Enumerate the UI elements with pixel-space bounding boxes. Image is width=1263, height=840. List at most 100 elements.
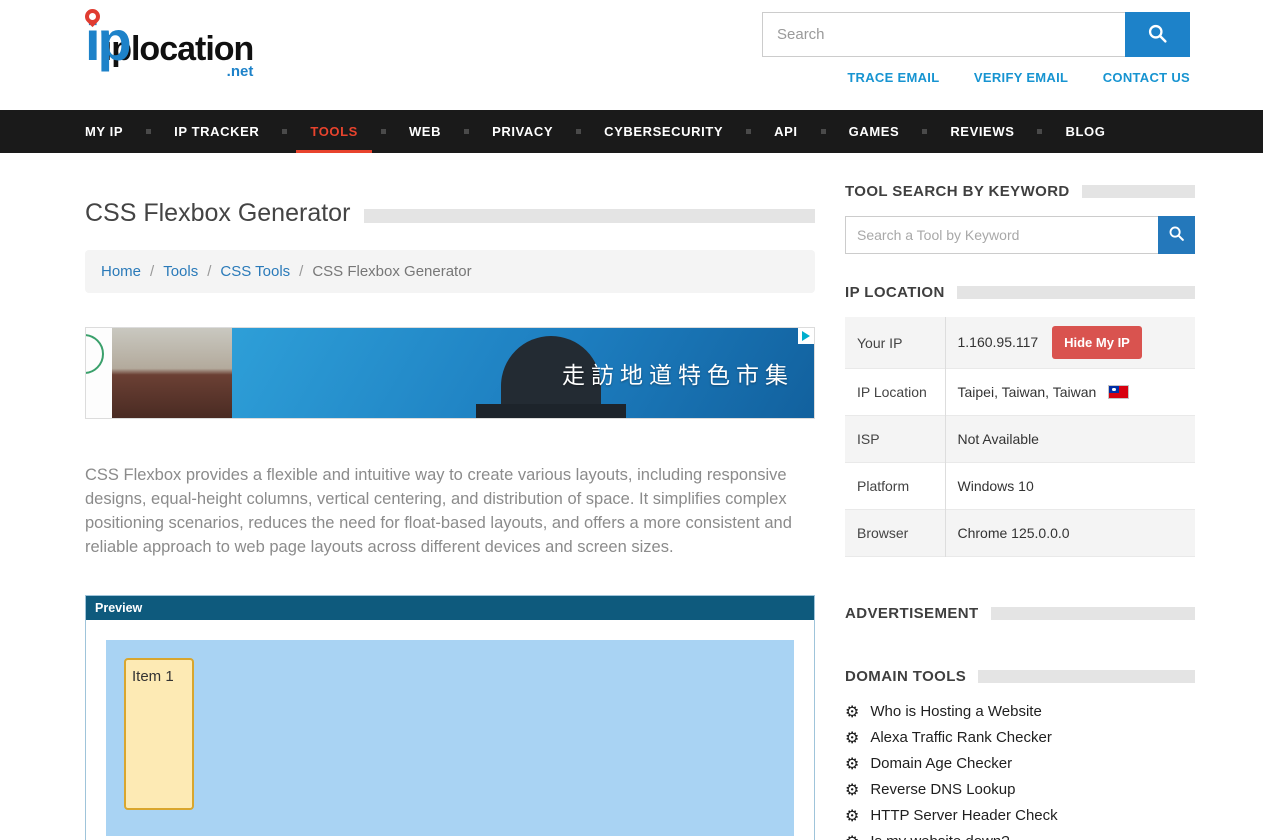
ip-location-value: Taipei, Taiwan, Taiwan [958, 384, 1097, 400]
breadcrumb-item-tools: Tools [163, 263, 220, 280]
advertisement-section: ADVERTISEMENT [845, 605, 1195, 622]
contact-us-link[interactable]: CONTACT US [1103, 70, 1190, 85]
domain-tools-heading-row: DOMAIN TOOLS [845, 668, 1195, 685]
domain-tools-heading: DOMAIN TOOLS [845, 668, 966, 685]
table-row: IP Location Taipei, Taiwan, Taiwan [845, 369, 1195, 416]
list-item: ⚙ Domain Age Checker [845, 755, 1195, 772]
table-row: Your IP 1.160.95.117 Hide My IP [845, 317, 1195, 369]
nav-item-web: WEB [409, 110, 492, 153]
location-pin-icon [85, 9, 100, 24]
list-item: ⚙Alexa Traffic Rank Checker [845, 729, 1195, 746]
your-ip-value: 1.160.95.117 [958, 334, 1039, 350]
nav-item-ip-tracker: IP TRACKER [174, 110, 310, 153]
your-ip-label: Your IP [845, 317, 945, 369]
table-row: Browser Chrome 125.0.0.0 [845, 510, 1195, 557]
tool-search-button[interactable] [1158, 216, 1195, 254]
title-decor-bar [364, 209, 815, 223]
page-title: CSS Flexbox Generator [85, 199, 350, 228]
search-icon [1168, 225, 1185, 245]
trace-email-link[interactable]: TRACE EMAIL [847, 70, 939, 85]
logo-ip-mark: ip [85, 14, 129, 67]
reverse-dns-link[interactable]: Reverse DNS Lookup [870, 781, 1015, 798]
tool-search-heading: TOOL SEARCH BY KEYWORD [845, 183, 1070, 200]
advertisement-heading: ADVERTISEMENT [845, 605, 979, 622]
browser-label: Browser [845, 510, 945, 557]
domain-age-link[interactable]: Domain Age Checker [870, 755, 1012, 772]
ip-location-label: IP Location [845, 369, 945, 416]
nav-link-privacy[interactable]: PRIVACY [492, 110, 553, 153]
tool-search-input[interactable] [845, 216, 1158, 254]
list-item: ⚙ Reverse DNS Lookup [845, 781, 1195, 798]
ad-photo-image [112, 328, 232, 418]
your-ip-cell: 1.160.95.117 Hide My IP [945, 317, 1195, 369]
nav-item-api: API [774, 110, 848, 153]
http-header-link[interactable]: HTTP Server Header Check [870, 807, 1057, 824]
breadcrumb-current: CSS Flexbox Generator [312, 263, 471, 280]
advertisement-heading-row: ADVERTISEMENT [845, 605, 1195, 622]
nav-item-tools: TOOLS [310, 110, 409, 153]
nav-link-api[interactable]: API [774, 110, 797, 153]
ip-location-section: IP LOCATION Your IP 1.160.95.117 Hide My… [845, 284, 1195, 557]
tool-search-form [845, 216, 1195, 254]
preview-panel: Preview Item 1 [85, 595, 815, 840]
ip-location-decor-bar [957, 286, 1195, 299]
verify-email-link[interactable]: VERIFY EMAIL [974, 70, 1068, 85]
ip-location-heading: IP LOCATION [845, 284, 945, 301]
website-down-link[interactable]: Is my website down? [870, 833, 1009, 840]
site-search-button[interactable] [1125, 12, 1190, 57]
taiwan-flag-icon [1108, 385, 1129, 399]
page-content: CSS Flexbox Generator Home Tools CSS Tools… [0, 153, 1263, 840]
tool-search-section: TOOL SEARCH BY KEYWORD [845, 183, 1195, 254]
nav-link-blog[interactable]: BLOG [1065, 110, 1105, 153]
breadcrumb-tools-link[interactable]: Tools [163, 263, 198, 280]
site-search-input[interactable] [762, 12, 1125, 57]
nav-item-privacy: PRIVACY [492, 110, 604, 153]
list-item: ⚙Who is Hosting a Website [845, 703, 1195, 720]
domain-tools-list: ⚙Who is Hosting a Website ⚙Alexa Traffic… [845, 703, 1195, 840]
breadcrumb-item-css-tools: CSS Tools [220, 263, 312, 280]
platform-label: Platform [845, 463, 945, 510]
breadcrumb-css-tools-link[interactable]: CSS Tools [220, 263, 290, 280]
gear-icon: ⚙ [845, 782, 859, 798]
nav-link-tools[interactable]: TOOLS [310, 110, 358, 153]
nav-link-games[interactable]: GAMES [849, 110, 900, 153]
gear-icon: ⚙ [845, 756, 859, 772]
tool-search-decor-bar [1082, 185, 1195, 198]
ad-doodle-graphic [86, 328, 112, 418]
ad-headline-text: 走訪地道特色市集 [562, 356, 794, 390]
platform-value: Windows 10 [945, 463, 1195, 510]
who-is-hosting-link[interactable]: Who is Hosting a Website [870, 703, 1041, 720]
ip-location-cell: Taipei, Taiwan, Taiwan [945, 369, 1195, 416]
logo[interactable]: ip iplocation .net [85, 14, 253, 80]
browser-value: Chrome 125.0.0.0 [945, 510, 1195, 557]
nav-item-my-ip: MY IP [85, 110, 174, 153]
table-row: ISP Not Available [845, 416, 1195, 463]
nav-item-reviews: REVIEWS [950, 110, 1065, 153]
ad-banner[interactable]: 走訪地道特色市集 [85, 327, 815, 419]
gear-icon: ⚙ [845, 834, 859, 840]
nav-link-web[interactable]: WEB [409, 110, 441, 153]
nav-link-ip-tracker[interactable]: IP TRACKER [174, 110, 259, 153]
isp-label: ISP [845, 416, 945, 463]
nav-item-games: GAMES [849, 110, 951, 153]
ad-choices-icon[interactable] [798, 328, 814, 344]
alexa-rank-link[interactable]: Alexa Traffic Rank Checker [870, 729, 1051, 746]
top-header: ip iplocation .net TRACE EMAIL VERIFY EM… [0, 0, 1263, 110]
isp-value: Not Available [945, 416, 1195, 463]
list-item: ⚙ Is my website down? [845, 833, 1195, 840]
breadcrumb-item-home: Home [101, 263, 163, 280]
ip-location-heading-row: IP LOCATION [845, 284, 1195, 301]
hide-my-ip-button[interactable]: Hide My IP [1052, 326, 1142, 359]
domain-tools-decor-bar [978, 670, 1195, 683]
nav-link-cybersecurity[interactable]: CYBERSECURITY [604, 110, 723, 153]
nav-item-cybersecurity: CYBERSECURITY [604, 110, 774, 153]
preview-panel-header: Preview [86, 596, 814, 620]
site-search [762, 12, 1190, 57]
nav-link-reviews[interactable]: REVIEWS [950, 110, 1014, 153]
breadcrumb-home-link[interactable]: Home [101, 263, 141, 280]
tool-search-heading-row: TOOL SEARCH BY KEYWORD [845, 183, 1195, 200]
nav-link-my-ip[interactable]: MY IP [85, 110, 123, 153]
domain-tools-section: DOMAIN TOOLS ⚙Who is Hosting a Website ⚙… [845, 668, 1195, 840]
main-nav: MY IP IP TRACKER TOOLS WEB PRIVACY CYBER… [0, 110, 1263, 153]
main-content: CSS Flexbox Generator Home Tools CSS Tools… [85, 183, 815, 840]
